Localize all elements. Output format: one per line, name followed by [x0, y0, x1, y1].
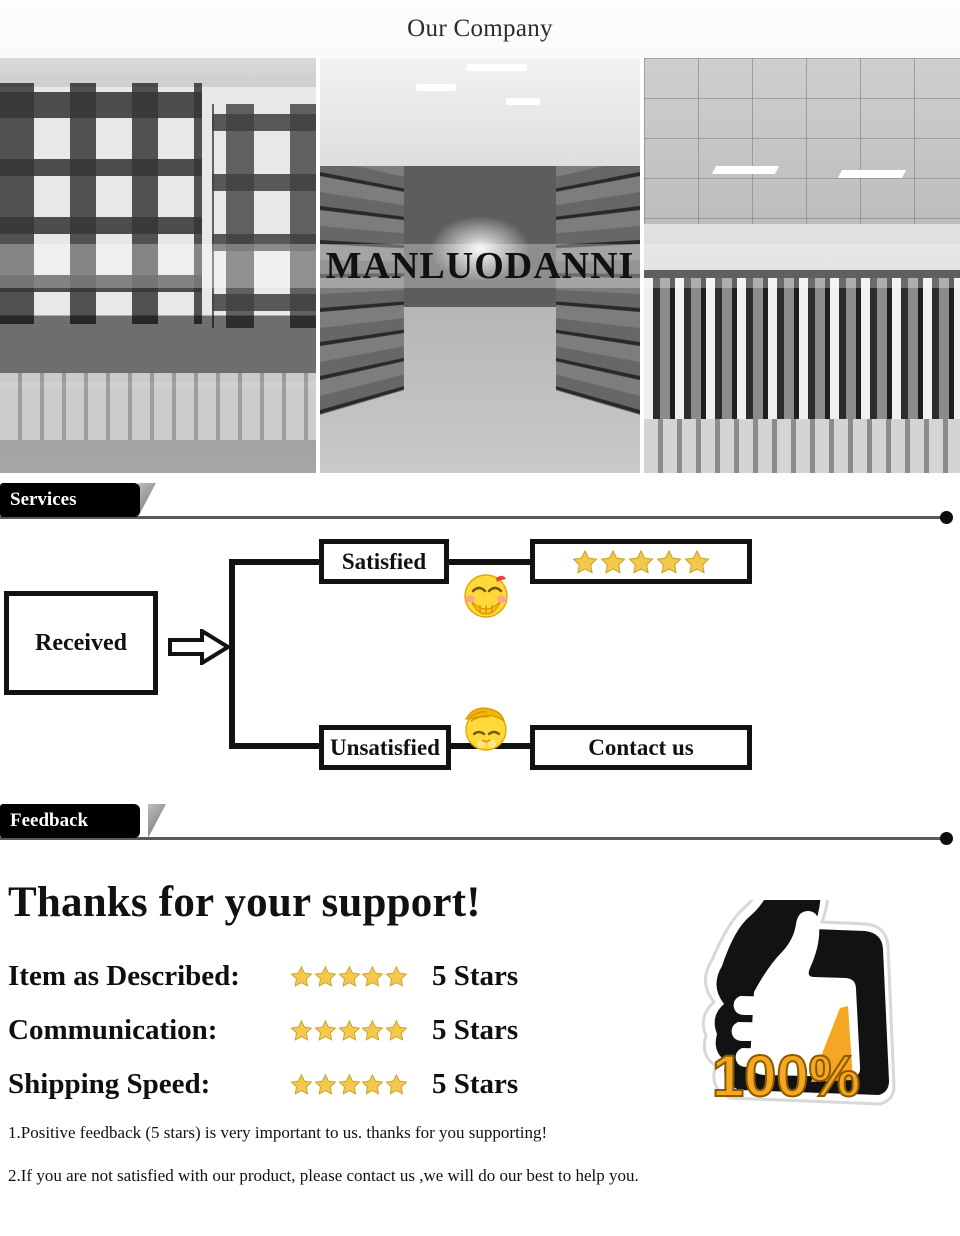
rating-label: Item as Described:	[8, 959, 240, 992]
photo-factory-building-exterior	[0, 58, 316, 473]
footer-notes: 1.Positive feedback (5 stars) is very im…	[8, 1123, 960, 1186]
stacked-goods-decor	[0, 373, 316, 440]
feedback-divider-rule	[0, 837, 945, 840]
star-icon	[337, 1019, 360, 1041]
star-icon	[290, 1073, 313, 1095]
flow-arrow-icon	[168, 629, 230, 665]
ratings-list: Item as Described: 5 Stars Communication: 5…	[8, 949, 960, 1111]
flow-node-received: Received	[4, 591, 158, 695]
rating-stars	[290, 1073, 408, 1096]
star-icon	[385, 1073, 408, 1095]
rating-stars	[290, 965, 408, 988]
star-icon	[385, 965, 408, 987]
footer-note: 2.If you are not satisfied with our prod…	[8, 1166, 639, 1185]
star-icon	[361, 965, 384, 987]
star-icon	[361, 1073, 384, 1095]
star-icon	[684, 549, 710, 574]
photo-warehouse-aisle	[320, 58, 640, 473]
flow-connector-spine	[229, 559, 235, 749]
star-icon	[628, 549, 654, 574]
star-icon	[290, 965, 313, 987]
services-badge: Services	[0, 483, 140, 517]
collage-column-left	[0, 58, 316, 473]
services-section-header: Services	[0, 483, 960, 529]
rating-value: 5 Stars	[432, 1013, 519, 1046]
star-icon	[314, 1073, 337, 1095]
page-title: Our Company	[0, 0, 960, 58]
flow-connector-top-in	[229, 559, 323, 565]
flow-connector-bottom-in	[229, 743, 323, 749]
star-icon	[337, 965, 360, 987]
flow-node-unsatisfied: Unsatisfied	[319, 725, 451, 770]
flow-node-five-stars	[530, 539, 752, 584]
footer-note: 1.Positive feedback (5 stars) is very im…	[8, 1123, 548, 1142]
feedback-section-header: Feedback	[0, 804, 960, 850]
feedback-badge-tail-icon	[148, 804, 166, 838]
services-badge-tail-icon	[138, 483, 156, 517]
service-flowchart: Received Satisfied Unsatisfied Contact u…	[0, 529, 960, 794]
rating-value: 5 Stars	[432, 1067, 519, 1100]
rating-row: Communication: 5 Stars	[8, 1003, 960, 1057]
facepalm-sad-emoji	[464, 707, 507, 751]
rating-label: Shipping Speed:	[8, 1067, 211, 1100]
rating-row: Item as Described: 5 Stars	[8, 949, 960, 1003]
feedback-badge: Feedback	[0, 804, 140, 838]
services-divider-dot	[940, 511, 953, 524]
star-icon	[290, 1019, 313, 1041]
star-icon	[385, 1019, 408, 1041]
ceiling-tiles-decor	[644, 58, 960, 224]
collage-column-right	[644, 58, 960, 473]
flow-node-satisfied: Satisfied	[319, 539, 449, 584]
company-photo-collage: MANLUODANNI	[0, 58, 960, 473]
star-icon	[656, 549, 682, 574]
rating-row: Shipping Speed: 5 Stars	[8, 1057, 960, 1111]
star-icon	[314, 1019, 337, 1041]
services-divider-rule	[0, 516, 945, 519]
rating-value: 5 Stars	[432, 959, 519, 992]
star-icon	[361, 1019, 384, 1041]
ceiling-decor	[320, 58, 640, 166]
flow-node-contact-us: Contact us	[530, 725, 752, 770]
feedback-divider-dot	[940, 832, 953, 845]
collage-column-middle	[320, 58, 640, 473]
star-icon	[314, 965, 337, 987]
star-icon	[337, 1073, 360, 1095]
rating-stars	[290, 1019, 408, 1042]
photo-showroom-clothing-racks	[644, 58, 960, 473]
flow-star-rating	[572, 549, 710, 575]
star-icon	[572, 549, 598, 574]
star-icon	[600, 549, 626, 574]
rating-label: Communication:	[8, 1013, 218, 1046]
flow-connector-top-out	[446, 559, 534, 565]
happy-covering-mouth-emoji	[464, 574, 508, 618]
